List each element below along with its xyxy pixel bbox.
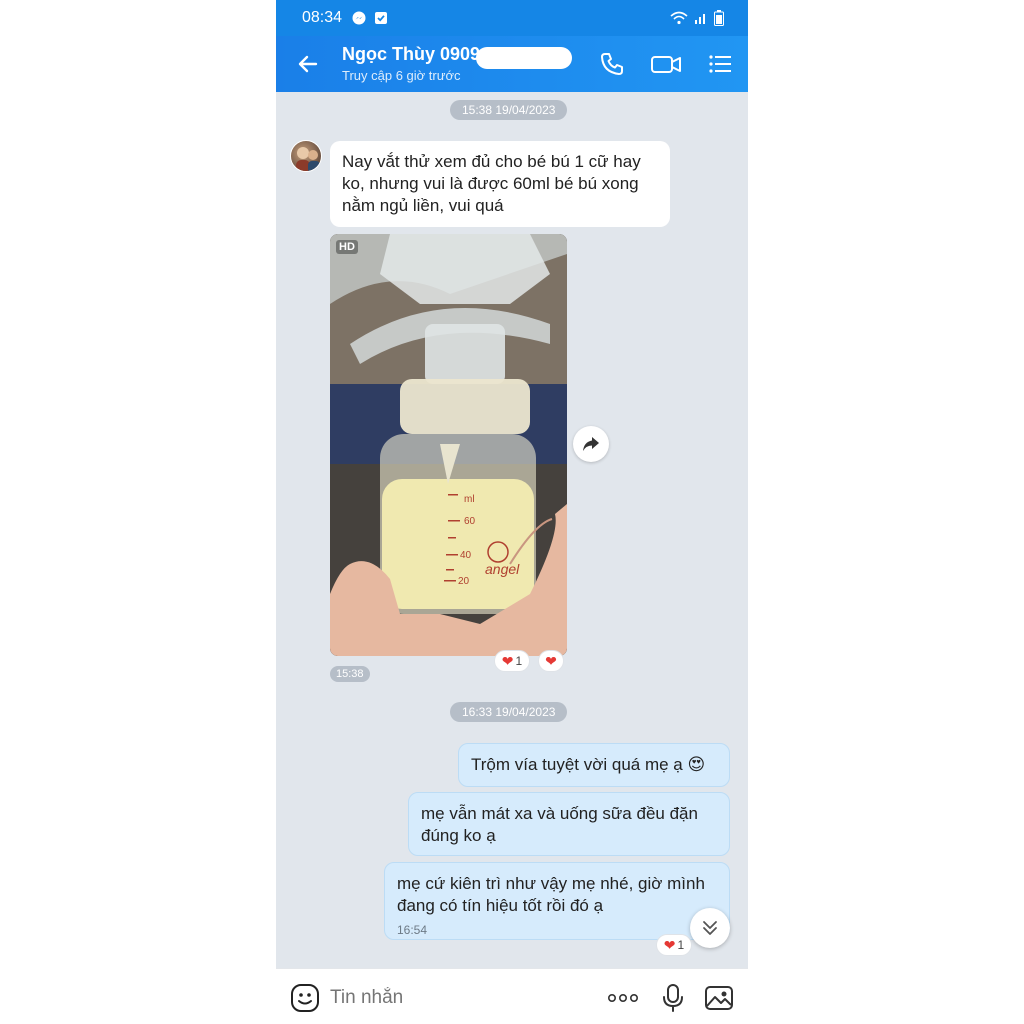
check-box-icon [375,12,387,24]
chevron-double-down-icon[interactable] [690,908,730,948]
last-seen-status: Truy cập 6 giờ trước [342,68,461,83]
incoming-message-text: Nay vắt thử xem đủ cho bé bú 1 cữ hay ko… [342,152,641,215]
reaction-count: 1 [677,938,685,952]
status-time: 08:34 [302,9,343,26]
outgoing-message-text: mẹ cứ kiên trì như vậy mẹ nhé, giờ mình … [397,874,705,915]
avatar-image [296,147,320,171]
system-icons [670,10,724,26]
list-menu-icon[interactable] [706,50,734,78]
outgoing-message-bubble[interactable]: mẹ vẫn mát xa và uống sữa đều đặn đúng k… [408,792,730,856]
heart-icon: ❤ [545,653,557,669]
outgoing-message-bubble[interactable]: mẹ cứ kiên trì như vậy mẹ nhé, giờ mình … [384,862,730,940]
svg-text:angel: angel [485,561,520,577]
svg-text:40: 40 [460,550,472,561]
phone-icon[interactable] [598,50,626,78]
svg-text:60: 60 [464,516,476,527]
contact-avatar[interactable] [290,140,322,172]
outgoing-message-bubble[interactable]: Trộm vía tuyệt vời quá mẹ ạ 😍 [458,743,730,787]
share-arrow-icon[interactable] [573,426,609,462]
react-button[interactable]: ❤ [538,650,564,672]
svg-text:20: 20 [458,576,470,587]
outgoing-message-text: mẹ vẫn mát xa và uống sữa đều đặn đúng k… [421,804,698,845]
signal-icon [695,14,705,24]
battery-icon [714,10,724,26]
date-divider: 15:38 19/04/2023 [450,100,568,120]
messenger-icon [352,11,366,25]
incoming-photo[interactable]: ml 60 40 20 angel HD [330,234,567,656]
redaction-mark [476,47,572,69]
photo-time: 15:38 [330,666,370,682]
reaction-summary[interactable]: ❤ 1 [494,650,530,672]
more-dots-icon[interactable] [606,983,640,1013]
back-arrow-icon[interactable] [294,50,322,78]
chat-header: Ngọc Thùy 0909 Truy cập 6 giờ trước [276,36,748,92]
date-divider: 16:33 19/04/2023 [450,702,568,722]
photo-content: ml 60 40 20 angel [330,234,567,656]
video-icon[interactable] [650,50,682,78]
message-input-bar [276,968,748,1024]
outgoing-message-text: Trộm vía tuyệt vời quá mẹ ạ 😍 [471,755,706,774]
microphone-icon[interactable] [658,983,688,1013]
incoming-message-bubble[interactable]: Nay vắt thử xem đủ cho bé bú 1 cữ hay ko… [330,141,670,227]
notification-icons [352,11,388,25]
status-bar: 08:34 [276,0,748,36]
chat-screen: 08:34 Ngọc Thùy 0909 Truy cập 6 giờ trướ… [276,0,748,1024]
reaction-summary[interactable]: ❤ 1 [656,934,692,956]
heart-icon: ❤ [663,937,676,953]
heart-icon: ❤ [501,653,514,669]
reaction-count: 1 [515,654,523,668]
svg-text:ml: ml [464,494,475,505]
message-input[interactable] [330,987,590,1009]
image-icon[interactable] [704,983,734,1013]
hd-badge: HD [336,240,358,254]
wifi-icon [670,11,688,25]
smiley-icon[interactable] [290,983,320,1013]
contact-name[interactable]: Ngọc Thùy 0909 [342,44,480,65]
